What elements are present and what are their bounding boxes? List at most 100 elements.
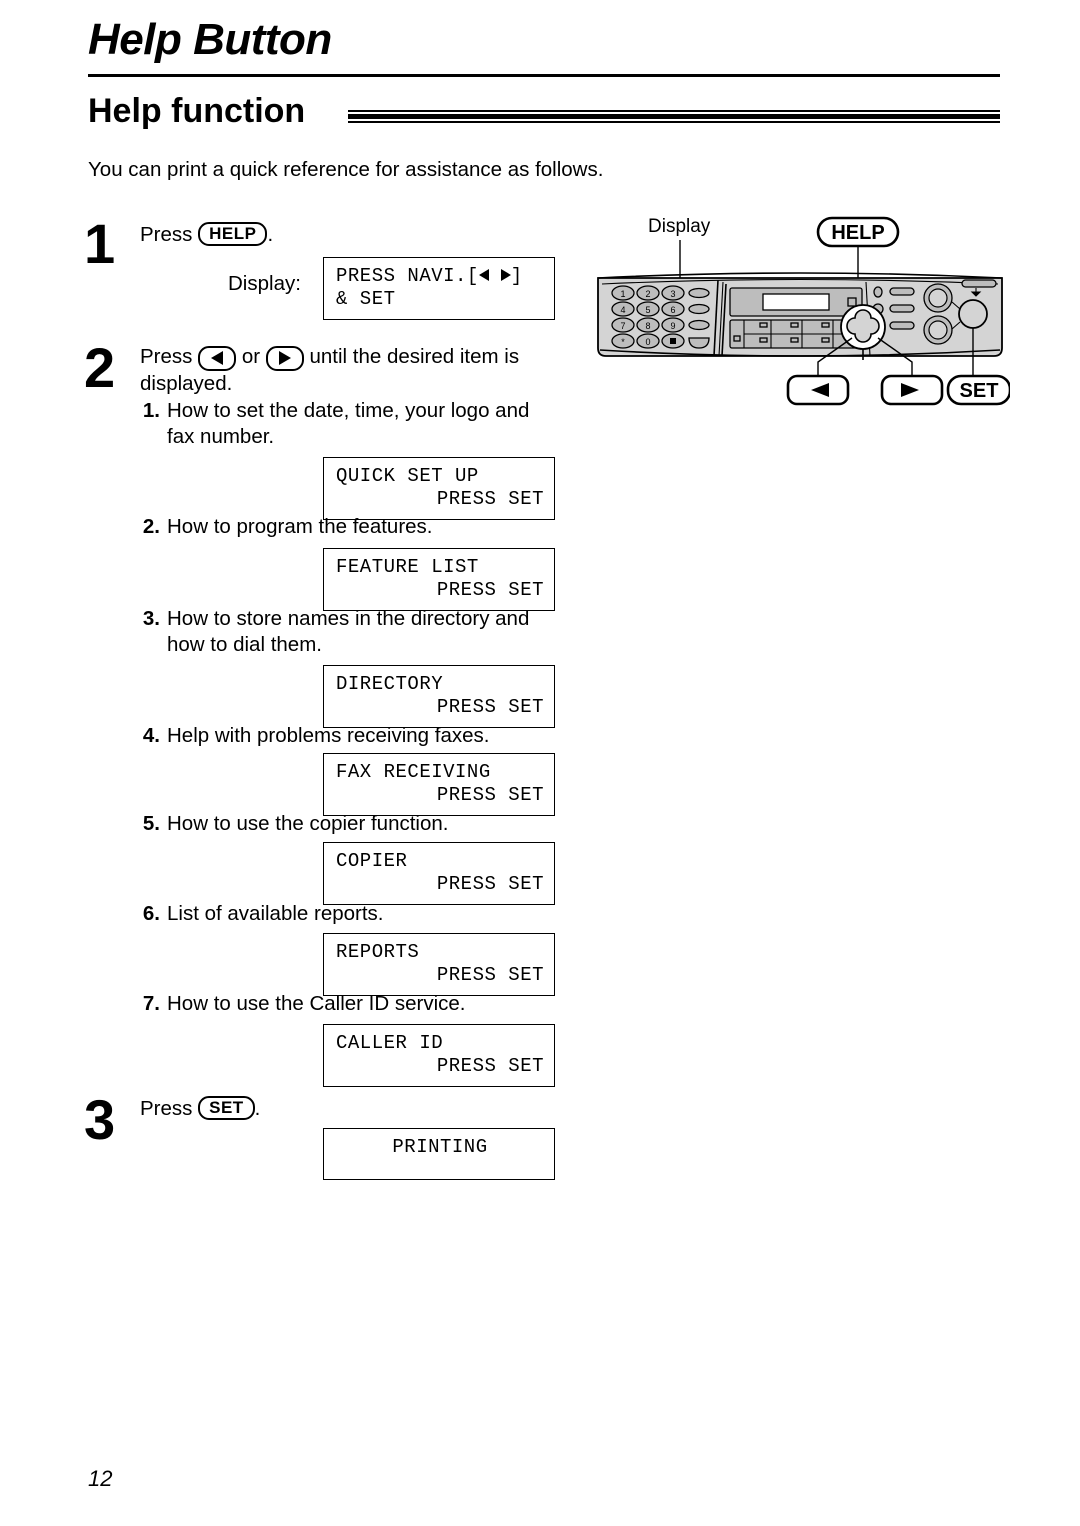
lcd-row-1: COPIER [336, 850, 408, 872]
right-key-1 [889, 287, 915, 296]
list-item-number: 4. [142, 724, 160, 747]
lcd-text-1-end: ] [510, 265, 523, 287]
intro-text: You can print a quick reference for assi… [88, 158, 604, 181]
step-1-number: 1 [84, 212, 116, 275]
display-callout-label: Display [648, 216, 711, 237]
keypad-key-hash [661, 333, 685, 349]
left-arrow-callout-key [786, 374, 850, 406]
keypad-key-0: 0 [636, 333, 660, 349]
lcd-row-1: CALLER ID [336, 1032, 444, 1054]
keypad-key-1: 1 [611, 285, 635, 301]
svg-text:0: 0 [645, 337, 650, 347]
keypad-key-8: 8 [636, 317, 660, 333]
section-heading: Help function [88, 92, 306, 130]
right-arrow-key[interactable] [265, 346, 304, 371]
list-item-label: How to set the date, time, your logo and… [167, 399, 530, 448]
svg-text:9: 9 [670, 321, 675, 331]
list-item-number: 7. [142, 992, 160, 1015]
step-3-number: 3 [84, 1088, 116, 1151]
lcd-row-2: PRESS SET [436, 579, 544, 601]
lcd-directory: DIRECTORY PRESS SET [323, 665, 555, 728]
list-item-number: 3. [142, 607, 160, 630]
lcd-row-1: DIRECTORY [336, 673, 444, 695]
lcd-row-2: PRESS SET [436, 784, 544, 806]
svg-text:1: 1 [620, 289, 625, 299]
step-3-period: . [254, 1097, 261, 1120]
list-item: 2. How to program the features. [134, 514, 554, 540]
keypad-key-3: 3 [661, 285, 685, 301]
left-arrow-icon [478, 269, 489, 281]
page-number: 12 [88, 1466, 113, 1491]
lcd-row-1: FAX RECEIVING [336, 761, 491, 783]
list-item-number: 5. [142, 812, 160, 835]
list-item: 3. How to store names in the directory a… [134, 606, 559, 658]
function-key-2 [688, 303, 710, 315]
left-arrow-key[interactable] [198, 346, 237, 371]
list-item: 7. How to use the Caller ID service. [134, 991, 554, 1017]
svg-text:7: 7 [620, 321, 625, 331]
list-item: 5. How to use the copier function. [134, 811, 554, 837]
step-2-press-label: Press [140, 345, 193, 368]
list-item-label: How to store names in the directory and … [167, 607, 530, 656]
lcd-row-1: PRINTING [392, 1136, 488, 1158]
list-item-number: 2. [142, 515, 160, 538]
list-item-label: How to use the copier function. [167, 812, 449, 835]
keypad-key-2: 2 [636, 285, 660, 301]
fax-control-panel-illustration: .ln{stroke:#000;stroke-width:1.6;fill:no… [590, 210, 1012, 425]
set-callout-key: SET [946, 374, 1012, 406]
lcd-row-2: & SET [336, 288, 396, 310]
keypad-key-7: 7 [611, 317, 635, 333]
keypad-key-6: 6 [661, 301, 685, 317]
svg-text:3: 3 [670, 289, 675, 299]
svg-text:2: 2 [645, 289, 650, 299]
section-heading-rule [348, 108, 1000, 123]
set-key[interactable]: SET [198, 1096, 255, 1120]
step-1-display-label: Display: [228, 272, 301, 295]
right-arrow-icon [278, 351, 291, 365]
step-3-press-label: Press [140, 1097, 193, 1120]
step-1-instruction: Press HELP. [140, 222, 273, 248]
right-key-3 [889, 321, 915, 330]
svg-text:*: * [621, 337, 625, 347]
lcd-row-1: FEATURE LIST [336, 556, 479, 578]
function-key-4 [688, 337, 710, 349]
title-divider [88, 74, 1000, 77]
lcd-caller-id: CALLER ID PRESS SET [323, 1024, 555, 1087]
lcd-display [762, 293, 830, 311]
function-key-1 [688, 287, 710, 299]
lcd-row-2: PRESS SET [436, 696, 544, 718]
speaker-slot [961, 279, 997, 288]
svg-text:HELP: HELP [831, 222, 884, 244]
list-item-number: 6. [142, 902, 160, 925]
help-indicator-led [873, 286, 883, 298]
right-arrow-callout-key [880, 374, 944, 406]
right-arrow-icon [500, 269, 511, 281]
page-title: Help Button [88, 15, 332, 64]
list-item: 1. How to set the date, time, your logo … [134, 398, 554, 450]
step-1-period: . [267, 223, 274, 246]
lcd-quick-set-up: QUICK SET UP PRESS SET [323, 457, 555, 520]
lcd-reports: REPORTS PRESS SET [323, 933, 555, 996]
lcd-row-1: REPORTS [336, 941, 420, 963]
help-key[interactable]: HELP [198, 222, 268, 246]
list-item-label: How to program the features. [167, 515, 433, 538]
lcd-feature-list: FEATURE LIST PRESS SET [323, 548, 555, 611]
right-key-2 [889, 304, 915, 313]
left-arrow-icon [211, 351, 224, 365]
right-function-keys [889, 287, 915, 330]
step-2-or-label: or [241, 345, 261, 368]
keypad-key-4: 4 [611, 301, 635, 317]
display-indicator [847, 297, 857, 307]
lcd-press-navi: PRESS NAVI.[ ] & SET [323, 257, 555, 320]
list-item-label: How to use the Caller ID service. [167, 992, 466, 1015]
lcd-printing: PRINTING [323, 1128, 555, 1180]
lcd-row-1: PRESS NAVI.[ ] [336, 265, 544, 288]
lcd-row-2: PRESS SET [436, 1055, 544, 1077]
lcd-row-2: PRESS SET [436, 873, 544, 895]
svg-text:6: 6 [670, 305, 675, 315]
step-2-tail-label: until the desired item is displayed. [140, 345, 520, 395]
help-callout-key: HELP [816, 216, 900, 248]
lcd-text-1: PRESS NAVI.[ [336, 265, 479, 287]
list-item: 4. Help with problems receiving faxes. [134, 723, 554, 749]
list-item-number: 1. [142, 399, 160, 422]
